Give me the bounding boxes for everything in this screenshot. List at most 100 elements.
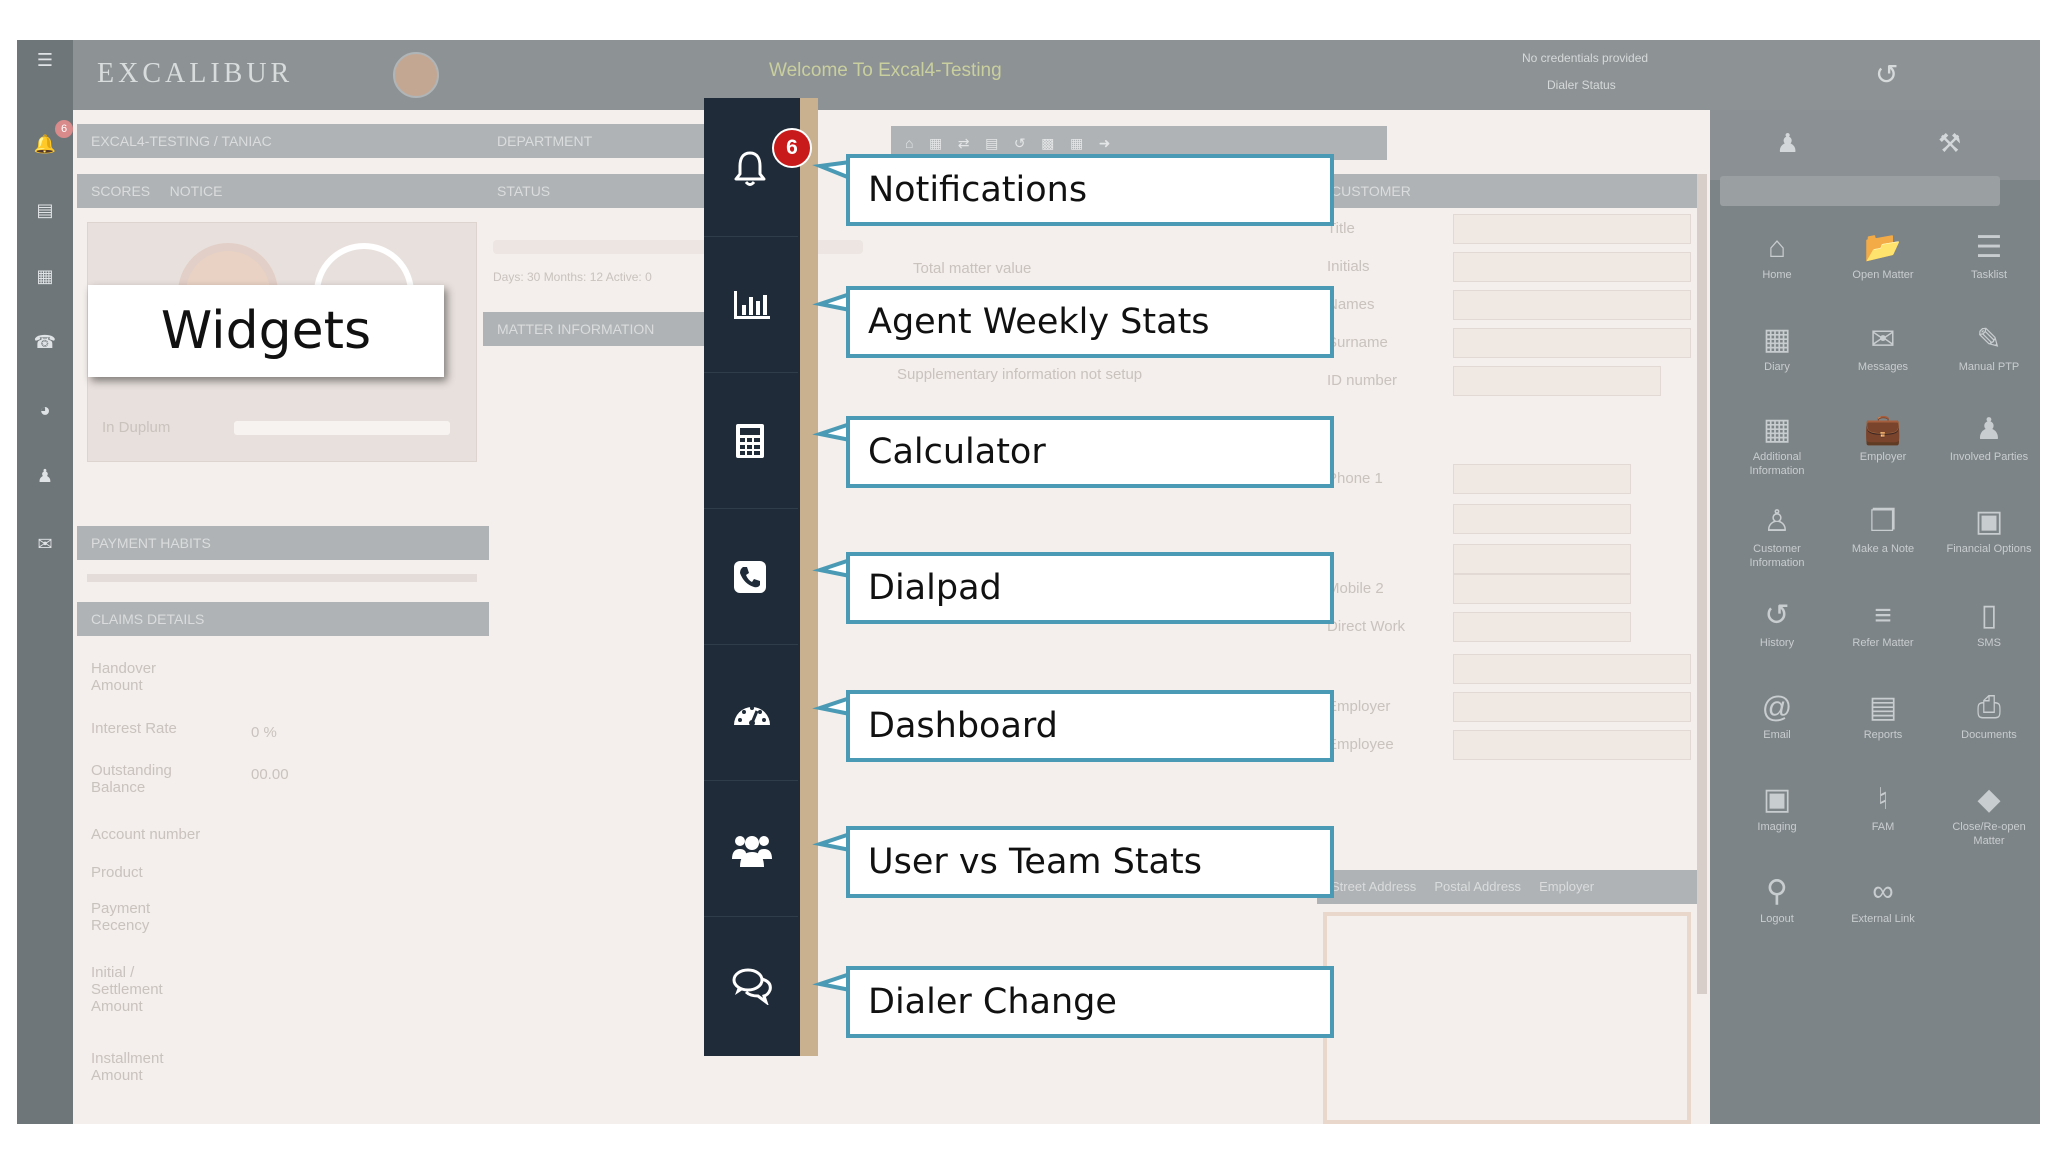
in-duplum-progress xyxy=(234,421,450,435)
quick-action-manual-ptp[interactable]: ✎ Manual PTP xyxy=(1939,320,2039,374)
menu-icon[interactable]: ☰ xyxy=(27,42,63,78)
quick-action-label: Financial Options xyxy=(1946,543,2032,555)
quick-search-input[interactable] xyxy=(1720,176,2000,206)
tab-notice[interactable]: NOTICE xyxy=(170,183,223,199)
quick-action-email[interactable]: @ Email xyxy=(1727,688,1827,742)
folder-open-icon: 📂 xyxy=(1864,231,1902,264)
quick-action-reports[interactable]: ▤ Reports xyxy=(1833,688,1933,742)
claims-label: Account number xyxy=(91,826,201,843)
quick-action-label: Messages xyxy=(1857,361,1909,373)
quick-action-label: Email xyxy=(1763,729,1791,741)
email-field[interactable] xyxy=(1453,654,1691,684)
tab-street-address[interactable]: Street Address xyxy=(1331,879,1416,894)
phone-icon[interactable]: ☎ xyxy=(27,324,63,360)
quick-action-label: Additional Information xyxy=(1749,451,1805,477)
quick-action-diary[interactable]: ▦ Diary xyxy=(1727,320,1827,374)
direct-work-field[interactable] xyxy=(1453,612,1631,642)
brand-logo: EXCALIBUR xyxy=(97,58,294,89)
quick-action-fam[interactable]: ♮ FAM xyxy=(1833,780,1933,834)
quick-action-make-a-note[interactable]: ❐ Make a Note xyxy=(1833,502,1933,556)
quick-action-label: Customer Information xyxy=(1749,543,1805,569)
quick-action-tasklist[interactable]: ☰ Tasklist xyxy=(1939,228,2039,282)
initials-field[interactable] xyxy=(1453,252,1691,282)
sidebar-item-dashboard[interactable] xyxy=(704,644,798,781)
quick-action-documents[interactable]: ⎙ Documents xyxy=(1939,688,2039,742)
printer-icon: ⎙ xyxy=(1977,691,2001,724)
quick-action-refer-matter[interactable]: ≡ Refer Matter xyxy=(1833,596,1933,650)
sidebar-item-dialer-change[interactable] xyxy=(704,916,798,1053)
quick-action-history[interactable]: ↺ History xyxy=(1727,596,1827,650)
users-icon[interactable]: ♟ xyxy=(1776,128,1799,159)
link-icon: ∞ xyxy=(1872,875,1894,908)
matter-information-bar: MATTER INFORMATION xyxy=(483,312,713,346)
sidebar-edge xyxy=(800,98,818,1056)
quick-action-label: Logout xyxy=(1760,913,1794,925)
wrench-icon[interactable]: ⚒ xyxy=(1938,128,1961,159)
sidebar-item-agent-weekly-stats[interactable] xyxy=(704,236,798,373)
tab-scores[interactable]: SCORES xyxy=(91,183,150,199)
employer-field[interactable] xyxy=(1453,692,1691,722)
quick-action-label: Involved Parties xyxy=(1949,451,2029,463)
bell-icon xyxy=(734,151,766,186)
mobile-1-field[interactable] xyxy=(1453,544,1631,574)
left-rail: ☰ 🔔 6 ▤ ▦ ☎ ◕ ♟ ✉ xyxy=(17,40,73,1124)
users-icon[interactable]: ♟ xyxy=(27,458,63,494)
address-panel xyxy=(1323,912,1691,1124)
payment-habits-bar[interactable]: PAYMENT HABITS xyxy=(77,526,489,560)
key-icon: ⚲ xyxy=(1766,875,1788,908)
quick-action-open-matter[interactable]: 📂 Open Matter xyxy=(1833,228,1933,282)
notification-badge: 6 xyxy=(772,128,812,168)
claims-label: Handover Amount xyxy=(91,660,157,694)
bar-chart-icon[interactable]: ▤ xyxy=(27,192,63,228)
quick-action-logout[interactable]: ⚲ Logout xyxy=(1727,872,1827,926)
dashboard-icon[interactable]: ◕ xyxy=(27,392,63,428)
tab-postal-address[interactable]: Postal Address xyxy=(1434,879,1521,894)
quick-action-employer[interactable]: 💼 Employer xyxy=(1833,410,1933,464)
sidebar-item-dialpad[interactable] xyxy=(704,508,798,645)
bar-chart-icon xyxy=(734,291,770,319)
calculator-icon[interactable]: ▦ xyxy=(27,258,63,294)
camera-icon: ▣ xyxy=(1762,783,1792,816)
sidebar-item-user-vs-team-stats[interactable] xyxy=(704,780,798,917)
callout-dialpad: Dialpad xyxy=(846,552,1334,624)
quick-action-home[interactable]: ⌂ Home xyxy=(1727,228,1827,282)
quick-action-additional-information[interactable]: ▦ Additional Information xyxy=(1727,410,1827,478)
title-field[interactable] xyxy=(1453,214,1691,244)
surname-field[interactable] xyxy=(1453,328,1691,358)
scores-notice-tabs: SCORES NOTICE xyxy=(77,174,489,208)
names-field[interactable] xyxy=(1453,290,1691,320)
quick-action-label: History xyxy=(1759,637,1795,649)
refresh-icon[interactable]: ↺ xyxy=(1875,58,1898,91)
quick-action-close-reopen-matter[interactable]: ◆ Close/Re-open Matter xyxy=(1939,780,2039,848)
claims-label: Installment Amount xyxy=(91,1050,164,1084)
sidebar-item-notifications[interactable] xyxy=(704,100,798,236)
customer-label: Names xyxy=(1327,296,1375,313)
list-icon: ☰ xyxy=(1975,231,2003,264)
mobile-2-field[interactable] xyxy=(1453,574,1631,604)
id-number-field[interactable] xyxy=(1453,366,1661,396)
claims-label: Interest Rate xyxy=(91,720,177,737)
customer-form: Title Initials Names Surname ID number P… xyxy=(1317,212,1701,924)
customer-label: Direct Work xyxy=(1327,618,1406,635)
quick-action-involved-parties[interactable]: ♟ Involved Parties xyxy=(1939,410,2039,464)
avatar[interactable] xyxy=(393,52,439,98)
quick-action-messages[interactable]: ✉ Messages xyxy=(1833,320,1933,374)
quick-action-label: Employer xyxy=(1859,451,1907,463)
quick-action-imaging[interactable]: ▣ Imaging xyxy=(1727,780,1827,834)
quick-action-label: Refer Matter xyxy=(1852,637,1914,649)
dialer-status: Dialer Status xyxy=(1547,78,1616,92)
phone-1-field[interactable] xyxy=(1453,464,1631,494)
claims-label: Product xyxy=(91,864,143,881)
sidebar-item-calculator[interactable] xyxy=(704,372,798,509)
phone-2-field[interactable] xyxy=(1453,504,1631,534)
scrollbar[interactable] xyxy=(1697,174,1707,994)
quick-action-customer-information[interactable]: ♙ Customer Information xyxy=(1727,502,1827,570)
quick-action-financial-options[interactable]: ▣ Financial Options xyxy=(1939,502,2039,556)
quick-action-external-link[interactable]: ∞ External Link xyxy=(1833,872,1933,926)
quick-action-sms[interactable]: ▯ SMS xyxy=(1939,596,2039,650)
tab-employer[interactable]: Employer xyxy=(1539,879,1594,894)
history-icon: ↺ xyxy=(1764,599,1790,632)
chat-icon[interactable]: ✉ xyxy=(27,526,63,562)
customer-label: Phone 1 xyxy=(1327,470,1383,487)
employee-field[interactable] xyxy=(1453,730,1691,760)
